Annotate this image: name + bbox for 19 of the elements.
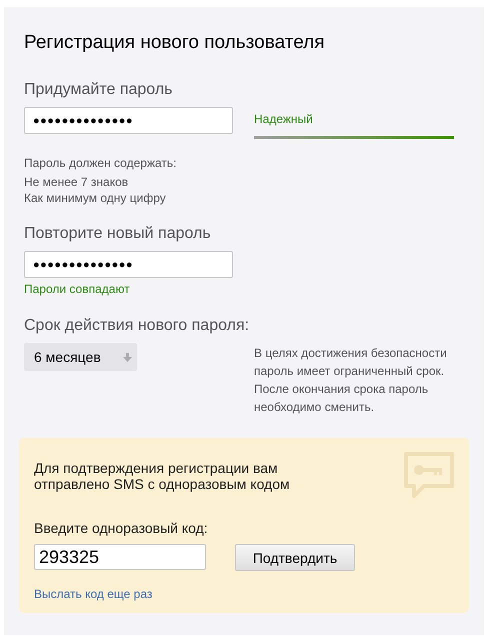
sms-message: Для подтверждения регистрации вам отправлено SMS с одноразовым кодом: [34, 460, 291, 492]
confirm-button[interactable]: Подтвердить: [235, 544, 355, 571]
match-status: Пароли совпадают: [24, 282, 131, 296]
password-field[interactable]: ●●●●●●●●●●●●●●: [24, 107, 233, 134]
requirement-text: Не менее 7 знаков: [24, 174, 130, 190]
page-title: Регистрация нового пользователя: [24, 31, 326, 55]
field-label: Придумайте пароль: [24, 80, 174, 100]
requirements-heading: Пароль должен содержать:: [24, 155, 178, 171]
arrow-down-icon: [122, 352, 132, 362]
code-label: Введите одноразовый код:: [34, 520, 209, 536]
resend-link[interactable]: Выслать код еще раз: [34, 587, 152, 601]
expiry-note: В целях достижения безопасности пароль имеет ограниченный срок. После окончания срока пароль необходимо сменить.: [254, 345, 448, 416]
field-label: Повторите новый пароль: [24, 224, 212, 244]
field-label: Срок действия нового пароля:: [24, 316, 250, 336]
strength-label: Надежный: [254, 112, 313, 126]
password-field[interactable]: ●●●●●●●●●●●●●●: [24, 251, 233, 278]
period-dropdown[interactable]: 6 месяцев: [24, 343, 137, 371]
code-field[interactable]: 293325: [34, 544, 206, 570]
requirement-text: Как минимум одну цифру: [24, 190, 167, 206]
